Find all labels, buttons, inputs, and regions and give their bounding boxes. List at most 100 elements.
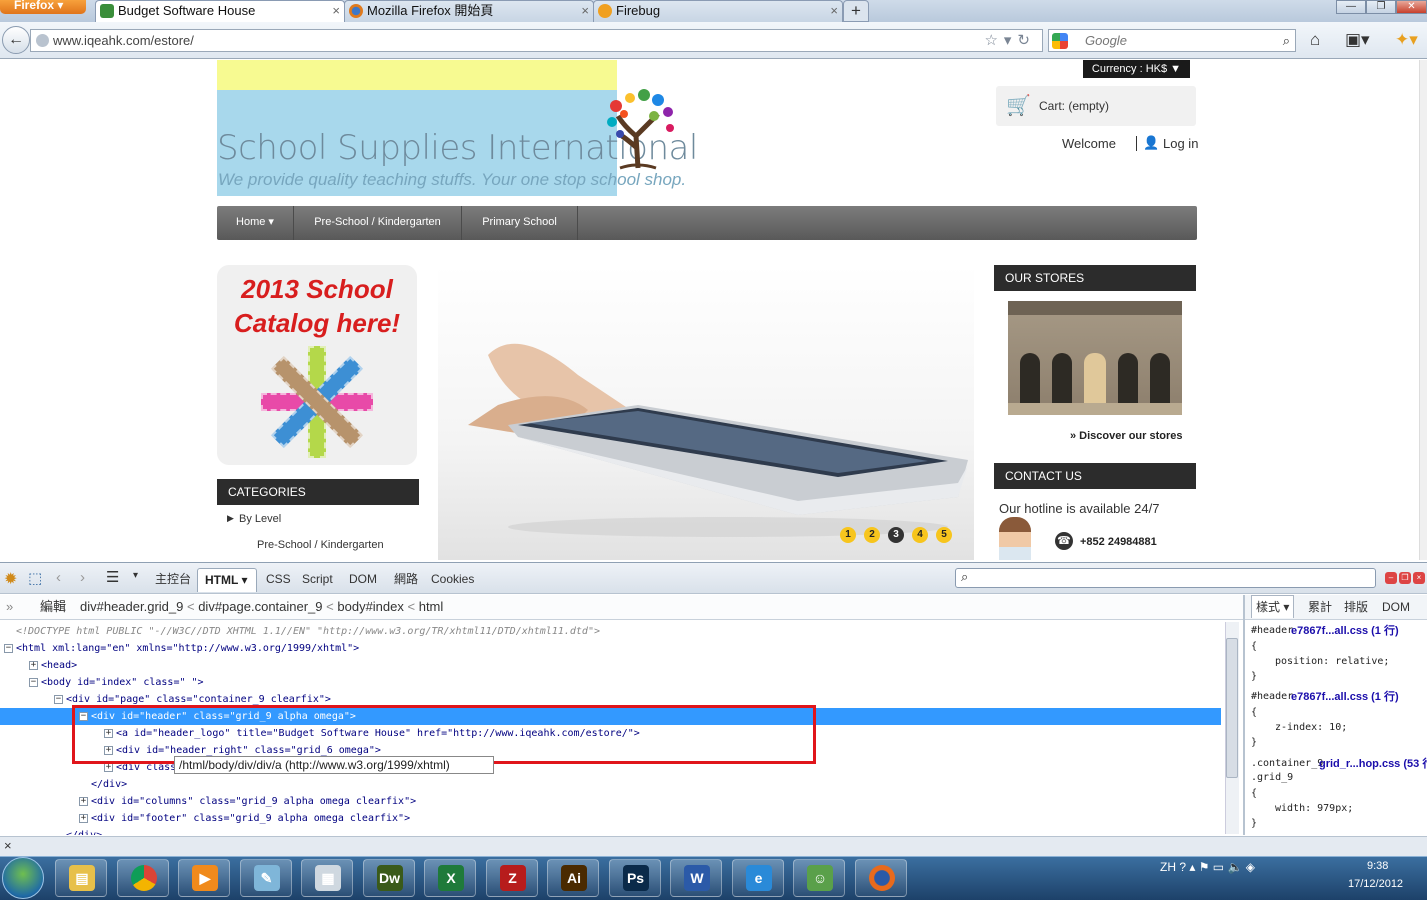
firebug-close-button[interactable]: × bbox=[1413, 572, 1425, 584]
expand-node-icon[interactable]: + bbox=[29, 660, 38, 670]
crumb-html[interactable]: html bbox=[419, 599, 444, 614]
tab-dom[interactable]: DOM bbox=[349, 568, 377, 590]
expand-icon[interactable]: » bbox=[6, 595, 13, 619]
tab-console[interactable]: 主控台 bbox=[155, 568, 191, 590]
slider-dot-3[interactable]: 3 bbox=[888, 527, 904, 543]
html-node-row[interactable]: − <body id="index" class=" "> bbox=[0, 674, 1221, 691]
close-tab-icon[interactable]: × bbox=[830, 1, 838, 21]
firebug-detach-button[interactable]: ❐ bbox=[1399, 572, 1411, 584]
menu-item-home[interactable]: Home ▾ bbox=[217, 206, 294, 240]
taskbar-app-ps[interactable]: Ps bbox=[608, 859, 661, 897]
firebug-menu-icon[interactable]: ✹ bbox=[4, 569, 17, 589]
css-declaration[interactable]: width: 979px; bbox=[1275, 802, 1353, 816]
close-tab-icon[interactable]: × bbox=[581, 1, 589, 21]
css-declaration[interactable]: z-index: 10; bbox=[1275, 721, 1347, 735]
url-bar[interactable]: www.iqeahk.com/estore/ ☆▾↻ bbox=[30, 29, 1043, 52]
taskbar-app-chrome[interactable] bbox=[116, 859, 169, 897]
scrollbar-thumb[interactable] bbox=[1226, 638, 1238, 778]
taskbar-app-dw[interactable]: Dw bbox=[362, 859, 415, 897]
maximize-button[interactable]: ❐ bbox=[1366, 0, 1396, 14]
taskbar-app-users[interactable]: ☺ bbox=[793, 859, 845, 897]
crumb-header[interactable]: div#header.grid_9 bbox=[80, 599, 183, 614]
bookmarks-icon[interactable]: ▣▾ bbox=[1345, 30, 1370, 50]
page-scrollbar[interactable] bbox=[1419, 60, 1427, 560]
taskbar-app-notepad[interactable]: ✎ bbox=[239, 859, 292, 897]
tab-budget-software-house[interactable]: Budget Software House × bbox=[95, 0, 345, 22]
forward-arrow-icon[interactable]: › bbox=[80, 569, 85, 586]
product-slider[interactable] bbox=[438, 265, 974, 560]
store-photo[interactable] bbox=[1008, 301, 1182, 415]
menu-item-preschool[interactable]: Pre-School / Kindergarten bbox=[294, 206, 462, 240]
clock-date[interactable]: 17/12/2012 bbox=[1348, 878, 1403, 890]
tab-firefox-start[interactable]: Mozilla Firefox 開始頁 × bbox=[344, 0, 594, 22]
tab-layout[interactable]: 排版 bbox=[1344, 595, 1368, 619]
css-declaration[interactable]: position: relative; bbox=[1275, 655, 1389, 669]
css-rule-source[interactable]: grid_r...hop.css (53 行) bbox=[1319, 757, 1427, 771]
firebug-minimize-button[interactable]: – bbox=[1385, 572, 1397, 584]
expand-arrow-icon[interactable]: ▶ bbox=[227, 513, 234, 524]
html-node-row[interactable]: </div> bbox=[0, 776, 1221, 793]
list-icon[interactable]: ☰ bbox=[106, 568, 119, 586]
cart-block[interactable]: 🛒 Cart: (empty) bbox=[996, 86, 1196, 126]
html-node-row[interactable]: − <html xml:lang="en" xmlns="http://www.w… bbox=[0, 640, 1221, 657]
collapse-node-icon[interactable]: − bbox=[29, 677, 38, 687]
html-node-row[interactable]: + <div id="footer" class="grid_9 alpha om… bbox=[0, 810, 1221, 827]
taskbar-app-ie[interactable]: e bbox=[731, 859, 784, 897]
expand-node-icon[interactable]: + bbox=[79, 796, 88, 806]
tab-computed[interactable]: 累計 bbox=[1308, 595, 1332, 619]
slider-dot-4[interactable]: 4 bbox=[912, 527, 928, 543]
expand-node-icon[interactable]: + bbox=[79, 813, 88, 823]
style-rules-panel[interactable]: #header e7867f...all.css (1 行) { positio… bbox=[1245, 620, 1427, 835]
home-icon[interactable]: ⌂ bbox=[1310, 30, 1320, 50]
tab-cookies[interactable]: Cookies bbox=[431, 568, 474, 590]
discover-stores-link[interactable]: » Discover our stores bbox=[1070, 430, 1183, 442]
taskbar-app-excel[interactable]: X bbox=[424, 859, 476, 897]
taskbar-app-explorer[interactable]: ▤ bbox=[55, 859, 107, 897]
html-node-row[interactable]: + <head> bbox=[0, 657, 1221, 674]
currency-selector[interactable]: Currency : HK$ ▼ bbox=[1083, 60, 1190, 78]
close-icon[interactable]: × bbox=[4, 838, 12, 853]
search-bar[interactable]: Google ⌕ bbox=[1048, 29, 1296, 52]
language-indicator[interactable]: ZH bbox=[1160, 860, 1176, 874]
collapse-node-icon[interactable]: − bbox=[54, 694, 63, 704]
category-preschool[interactable]: Pre-School / Kindergarten bbox=[257, 539, 384, 551]
crumb-body[interactable]: body#index bbox=[337, 599, 404, 614]
category-by-level[interactable]: By Level bbox=[239, 513, 281, 525]
minimize-button[interactable]: — bbox=[1336, 0, 1366, 14]
taskbar-app-word[interactable]: W bbox=[670, 859, 722, 897]
slider-dot-5[interactable]: 5 bbox=[936, 527, 952, 543]
dropdown-icon[interactable]: ▾ bbox=[133, 570, 138, 581]
taskbar-app-firefox[interactable] bbox=[854, 859, 907, 897]
firebug-search-input[interactable]: ⌕ bbox=[955, 568, 1376, 588]
menu-item-primary[interactable]: Primary School bbox=[462, 206, 578, 240]
search-icon[interactable]: ⌕ bbox=[1283, 30, 1290, 51]
tab-script[interactable]: Script bbox=[302, 568, 333, 590]
clock-time[interactable]: 9:38 bbox=[1367, 860, 1388, 872]
tab-net[interactable]: 網路 bbox=[394, 568, 418, 590]
taskbar-app-filezilla[interactable]: Z bbox=[485, 859, 538, 897]
start-button[interactable] bbox=[2, 857, 44, 899]
crumb-page[interactable]: div#page.container_9 bbox=[198, 599, 322, 614]
edit-button[interactable]: 編輯 bbox=[40, 595, 66, 619]
taskbar-app-calculator[interactable]: ▦ bbox=[301, 859, 353, 897]
html-node-row[interactable]: <!DOCTYPE html PUBLIC "-//W3C//DTD XHTML… bbox=[0, 623, 1221, 640]
css-rule-source[interactable]: e7867f...all.css (1 行) bbox=[1291, 690, 1399, 704]
slider-dot-2[interactable]: 2 bbox=[864, 527, 880, 543]
taskbar-app-ai[interactable]: Ai bbox=[547, 859, 599, 897]
back-button[interactable]: ← bbox=[2, 26, 30, 54]
html-node-row[interactable]: </div> bbox=[0, 827, 1221, 835]
css-rule-source[interactable]: e7867f...all.css (1 行) bbox=[1291, 624, 1399, 638]
login-link[interactable]: 👤 Log in bbox=[1136, 135, 1198, 151]
tab-html[interactable]: HTML ▾ bbox=[197, 568, 257, 592]
firefox-menu-button[interactable]: Firefox ▾ bbox=[0, 0, 86, 14]
bookmark-star-icon[interactable]: ☆▾↻ bbox=[984, 30, 1036, 51]
tab-style[interactable]: 樣式 ▾ bbox=[1251, 595, 1295, 618]
inspect-icon[interactable]: ⬚ bbox=[28, 569, 42, 587]
system-tray[interactable]: ZH ? ▴ ⚑ ▭ 🔈 ◈ bbox=[1160, 860, 1255, 874]
close-tab-icon[interactable]: × bbox=[332, 1, 340, 21]
tab-css[interactable]: CSS bbox=[266, 568, 291, 590]
collapse-node-icon[interactable]: − bbox=[4, 643, 13, 653]
tab-side-dom[interactable]: DOM bbox=[1382, 595, 1410, 619]
slider-dot-1[interactable]: 1 bbox=[840, 527, 856, 543]
close-window-button[interactable]: ✕ bbox=[1396, 0, 1427, 14]
